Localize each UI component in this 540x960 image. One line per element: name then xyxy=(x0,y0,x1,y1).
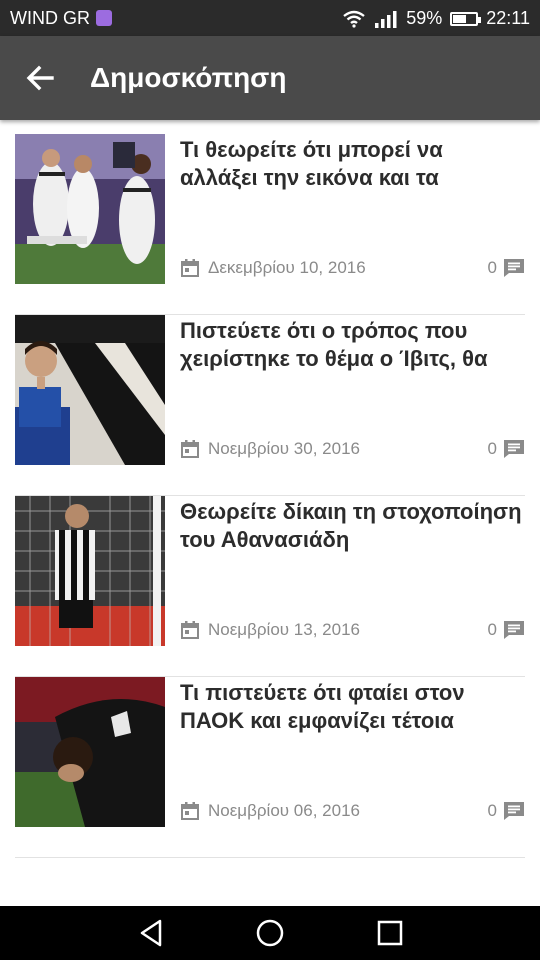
poll-comments[interactable]: 0 xyxy=(488,801,525,821)
poll-meta: Νοεμβρίου 13, 2016 0 xyxy=(180,620,525,644)
calendar-icon xyxy=(181,259,199,277)
poll-thumbnail[interactable] xyxy=(15,677,165,827)
poll-title[interactable]: Θεωρείτε δίκαιη τη στοχοποίηση του Αθανα… xyxy=(180,498,525,554)
comment-icon xyxy=(504,259,524,277)
poll-title[interactable]: Τι πιστεύετε ότι φταίει στον ΠΑΟΚ και εμ… xyxy=(180,679,525,735)
comment-icon xyxy=(504,621,524,639)
clock: 22:11 xyxy=(486,8,530,28)
poll-list: Τι θεωρείτε ότι μπορεί να αλλάξει την ει… xyxy=(15,134,525,858)
arrow-back-icon xyxy=(26,65,54,91)
comment-count: 0 xyxy=(487,439,497,458)
wifi-icon xyxy=(343,10,365,28)
poll-comments[interactable]: 0 xyxy=(488,620,525,640)
nav-recents-button[interactable] xyxy=(375,918,405,948)
poll-comments[interactable]: 0 xyxy=(488,439,525,459)
signal-icon xyxy=(375,10,397,28)
poll-thumbnail[interactable] xyxy=(15,496,165,646)
page-title: Δημοσκόπηση xyxy=(90,62,287,93)
poll-date-text: Νοεμβρίου 13, 2016 xyxy=(208,620,360,639)
goalkeeper-photo xyxy=(15,496,165,646)
comment-count: 0 xyxy=(487,258,497,277)
poll-date: Νοεμβρίου 06, 2016 xyxy=(180,801,360,821)
app-bar: Δημοσκόπηση xyxy=(0,36,540,120)
football-celebration-photo xyxy=(15,134,165,284)
poll-comments[interactable]: 0 xyxy=(488,258,525,278)
carrier-name: WIND GR xyxy=(10,8,90,28)
poll-meta: Νοεμβρίου 30, 2016 0 xyxy=(180,439,525,463)
gallery-notification-icon xyxy=(96,10,112,26)
poll-meta: Νοεμβρίου 06, 2016 0 xyxy=(180,801,525,825)
poll-title[interactable]: Τι θεωρείτε ότι μπορεί να αλλάξει την ει… xyxy=(180,136,525,192)
comment-count: 0 xyxy=(487,620,497,639)
calendar-icon xyxy=(181,802,199,820)
comment-count: 0 xyxy=(487,801,497,820)
poll-date: Δεκεμβρίου 10, 2016 xyxy=(180,258,366,278)
coach-photo xyxy=(15,315,165,465)
poll-date: Νοεμβρίου 30, 2016 xyxy=(180,439,360,459)
poll-thumbnail[interactable] xyxy=(15,134,165,284)
battery-level-fill xyxy=(453,14,467,23)
poll-date: Νοεμβρίου 13, 2016 xyxy=(180,620,360,640)
poll-item[interactable]: Πιστεύετε ότι ο τρόπος που χειρίστηκε το… xyxy=(15,315,525,496)
nav-home-button[interactable] xyxy=(255,918,285,948)
poll-date-text: Νοεμβρίου 06, 2016 xyxy=(208,801,360,820)
calendar-icon xyxy=(181,440,199,458)
comment-icon xyxy=(504,802,524,820)
poll-date-text: Δεκεμβρίου 10, 2016 xyxy=(208,258,366,277)
comment-icon xyxy=(504,440,524,458)
poll-item[interactable]: Τι πιστεύετε ότι φταίει στον ΠΑΟΚ και εμ… xyxy=(15,677,525,858)
poll-meta: Δεκεμβρίου 10, 2016 0 xyxy=(180,258,525,282)
nav-back-button[interactable] xyxy=(136,918,166,948)
battery-percent: 59% xyxy=(406,8,443,28)
poll-title[interactable]: Πιστεύετε ότι ο τρόπος που χειρίστηκε το… xyxy=(180,317,525,373)
battery-icon xyxy=(450,11,482,26)
status-bar: WIND GR 59% 22:11 xyxy=(0,0,540,36)
poll-item[interactable]: Θεωρείτε δίκαιη τη στοχοποίηση του Αθανα… xyxy=(15,496,525,677)
square-recents-icon xyxy=(377,920,403,946)
poll-date-text: Νοεμβρίου 30, 2016 xyxy=(208,439,360,458)
poll-thumbnail[interactable] xyxy=(15,315,165,465)
back-button[interactable] xyxy=(22,60,62,96)
system-nav-bar xyxy=(0,906,540,960)
triangle-back-icon xyxy=(140,919,162,947)
dejected-player-photo xyxy=(15,677,165,827)
circle-home-icon xyxy=(256,919,284,947)
poll-item[interactable]: Τι θεωρείτε ότι μπορεί να αλλάξει την ει… xyxy=(15,134,525,315)
calendar-icon xyxy=(181,621,199,639)
